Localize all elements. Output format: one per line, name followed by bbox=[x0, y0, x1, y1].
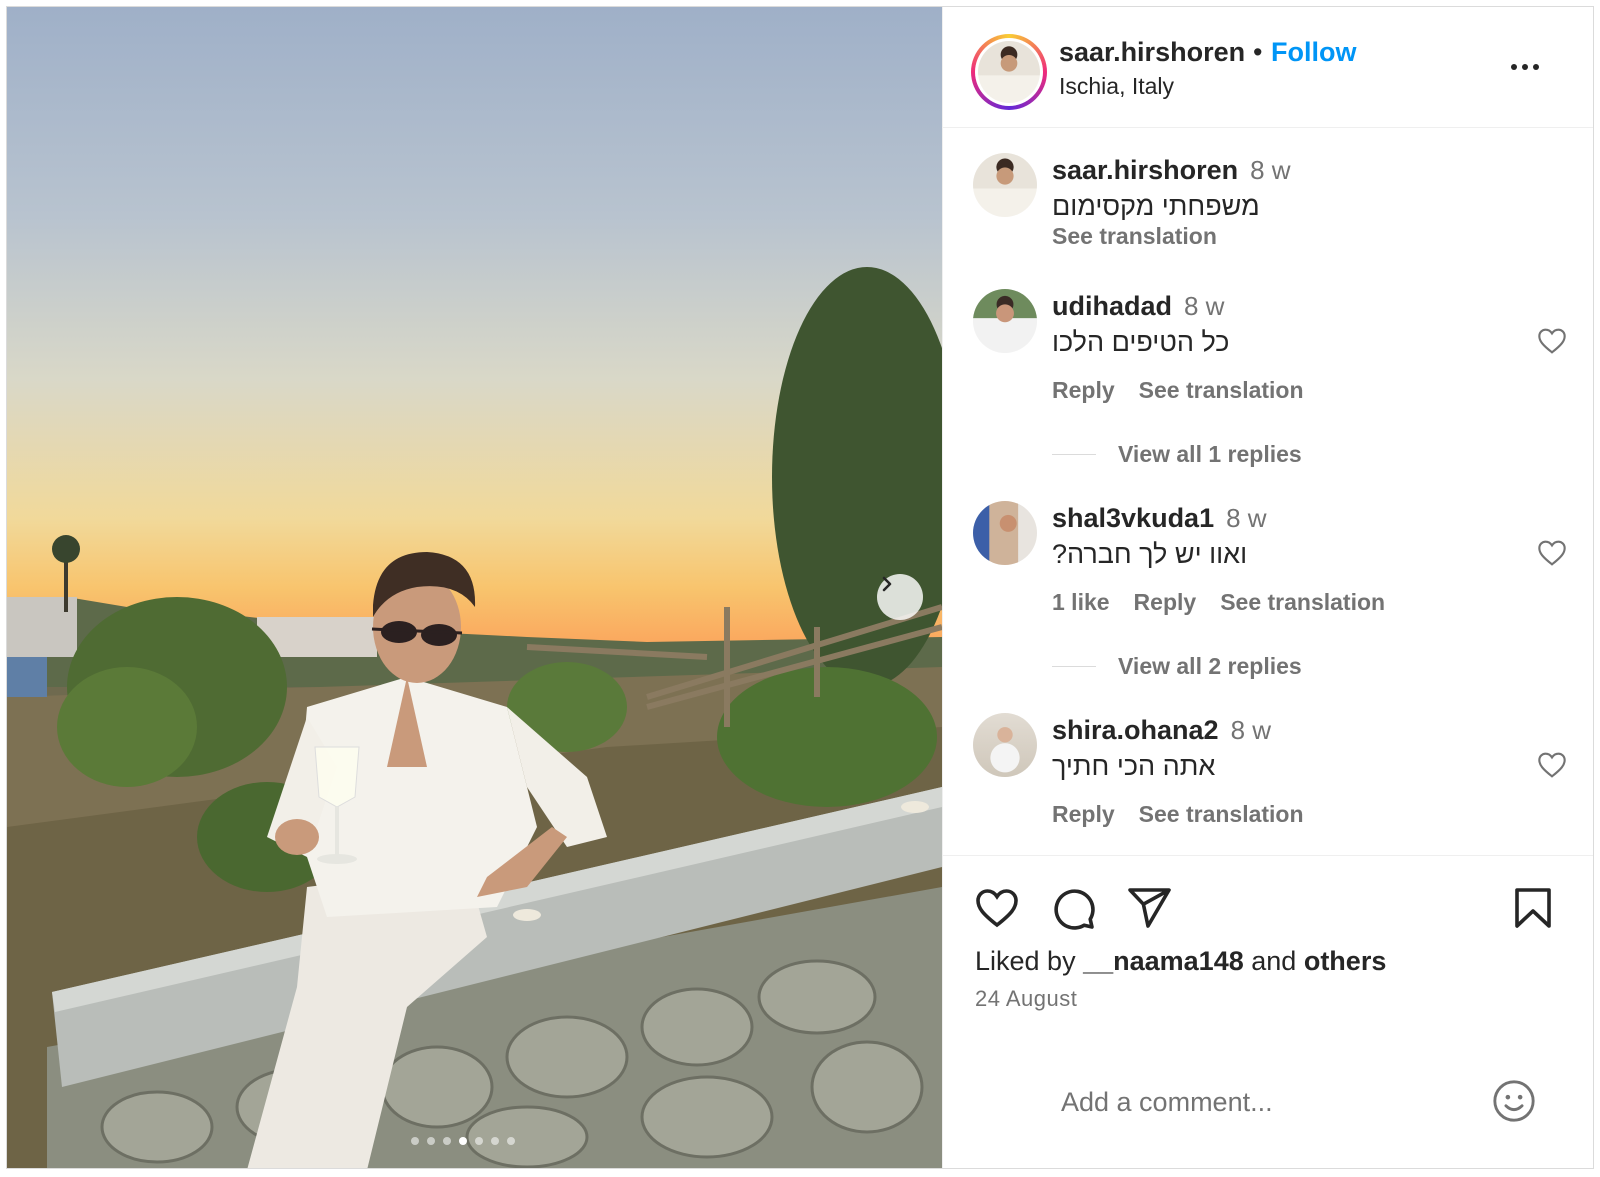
post-photo[interactable] bbox=[7, 7, 942, 1168]
replies-divider-line bbox=[1052, 666, 1096, 667]
comment-timestamp[interactable]: 8 w bbox=[1226, 503, 1266, 533]
comment-text: כל הטיפים הלכו bbox=[1052, 327, 1230, 357]
comment-timestamp[interactable]: 8 w bbox=[1184, 291, 1224, 321]
like-comment-heart-icon[interactable] bbox=[1535, 325, 1569, 357]
comment-username[interactable]: shira.ohana2 bbox=[1052, 715, 1219, 745]
comment-see-translation[interactable]: See translation bbox=[1139, 377, 1304, 404]
carousel-dot bbox=[491, 1137, 499, 1145]
more-options-icon[interactable] bbox=[1505, 49, 1545, 85]
view-replies-label: View all 1 replies bbox=[1118, 441, 1302, 467]
post-header: saar.hirshoren • Follow Ischia, Italy bbox=[943, 7, 1593, 128]
carousel-dot bbox=[411, 1137, 419, 1145]
comment-reply-button[interactable]: Reply bbox=[1052, 377, 1115, 404]
carousel-indicator bbox=[411, 1137, 515, 1145]
caption-see-translation[interactable]: See translation bbox=[1052, 223, 1217, 250]
comment-timestamp[interactable]: 8 w bbox=[1231, 715, 1271, 745]
comment-text: ואוו יש לך חברה? bbox=[1052, 539, 1248, 569]
carousel-dot bbox=[507, 1137, 515, 1145]
view-replies-button[interactable]: View all 1 replies bbox=[1052, 441, 1302, 468]
carousel-dot bbox=[427, 1137, 435, 1145]
caption-username[interactable]: saar.hirshoren bbox=[1052, 155, 1238, 185]
post-actions-section: Liked by __naama148 and others 24 August bbox=[943, 855, 1593, 1168]
carousel-dot bbox=[443, 1137, 451, 1145]
comment-see-translation[interactable]: See translation bbox=[1220, 589, 1385, 616]
caption-text: משפחתי מקסימום bbox=[1052, 191, 1260, 221]
post-side-panel: saar.hirshoren • Follow Ischia, Italy sa… bbox=[942, 7, 1593, 1168]
follow-button[interactable]: Follow bbox=[1271, 37, 1356, 68]
comment-bubble-icon[interactable] bbox=[1049, 884, 1097, 932]
save-bookmark-icon[interactable] bbox=[1509, 884, 1557, 932]
header-separator: • bbox=[1253, 37, 1263, 67]
replies-divider-line bbox=[1052, 454, 1096, 455]
view-replies-label: View all 2 replies bbox=[1118, 653, 1302, 679]
liked-by-text: Liked by __naama148 and others bbox=[975, 946, 1386, 977]
liked-by-user[interactable]: __naama148 bbox=[1083, 946, 1244, 976]
chevron-right-icon bbox=[882, 576, 892, 592]
share-paper-plane-icon[interactable] bbox=[1125, 884, 1173, 932]
add-comment-input[interactable] bbox=[1061, 1084, 1481, 1120]
like-comment-heart-icon[interactable] bbox=[1535, 537, 1569, 569]
carousel-dot bbox=[459, 1137, 467, 1145]
comment-avatar[interactable] bbox=[973, 713, 1037, 777]
like-heart-icon[interactable] bbox=[973, 884, 1021, 932]
emoji-smiley-icon[interactable] bbox=[1491, 1078, 1537, 1124]
next-slide-button[interactable] bbox=[877, 574, 923, 620]
carousel-dot bbox=[475, 1137, 483, 1145]
comment-username[interactable]: shal3vkuda1 bbox=[1052, 503, 1214, 533]
post-date[interactable]: 24 August bbox=[975, 986, 1077, 1012]
comment-avatar[interactable] bbox=[973, 501, 1037, 565]
view-replies-button[interactable]: View all 2 replies bbox=[1052, 653, 1302, 680]
comment-like-count[interactable]: 1 like bbox=[1052, 589, 1110, 616]
comment-see-translation[interactable]: See translation bbox=[1139, 801, 1304, 828]
photo-scene bbox=[7, 267, 942, 1168]
liked-by-prefix: Liked by bbox=[975, 946, 1076, 976]
author-username[interactable]: saar.hirshoren bbox=[1059, 37, 1245, 68]
comment-text: אתה הכי חתיך bbox=[1052, 751, 1216, 781]
comment-reply-button[interactable]: Reply bbox=[1134, 589, 1197, 616]
post-location[interactable]: Ischia, Italy bbox=[1059, 73, 1174, 100]
like-comment-heart-icon[interactable] bbox=[1535, 749, 1569, 781]
comment-username[interactable]: udihadad bbox=[1052, 291, 1172, 321]
author-avatar-image bbox=[978, 41, 1040, 103]
author-avatar[interactable] bbox=[971, 34, 1047, 110]
comment-avatar[interactable] bbox=[973, 289, 1037, 353]
post-dialog: saar.hirshoren • Follow Ischia, Italy sa… bbox=[6, 6, 1594, 1169]
caption-timestamp[interactable]: 8 w bbox=[1250, 155, 1290, 185]
liked-by-others[interactable]: others bbox=[1304, 946, 1387, 976]
caption-avatar[interactable] bbox=[973, 153, 1037, 217]
comment-reply-button[interactable]: Reply bbox=[1052, 801, 1115, 828]
liked-by-and: and bbox=[1251, 946, 1297, 976]
